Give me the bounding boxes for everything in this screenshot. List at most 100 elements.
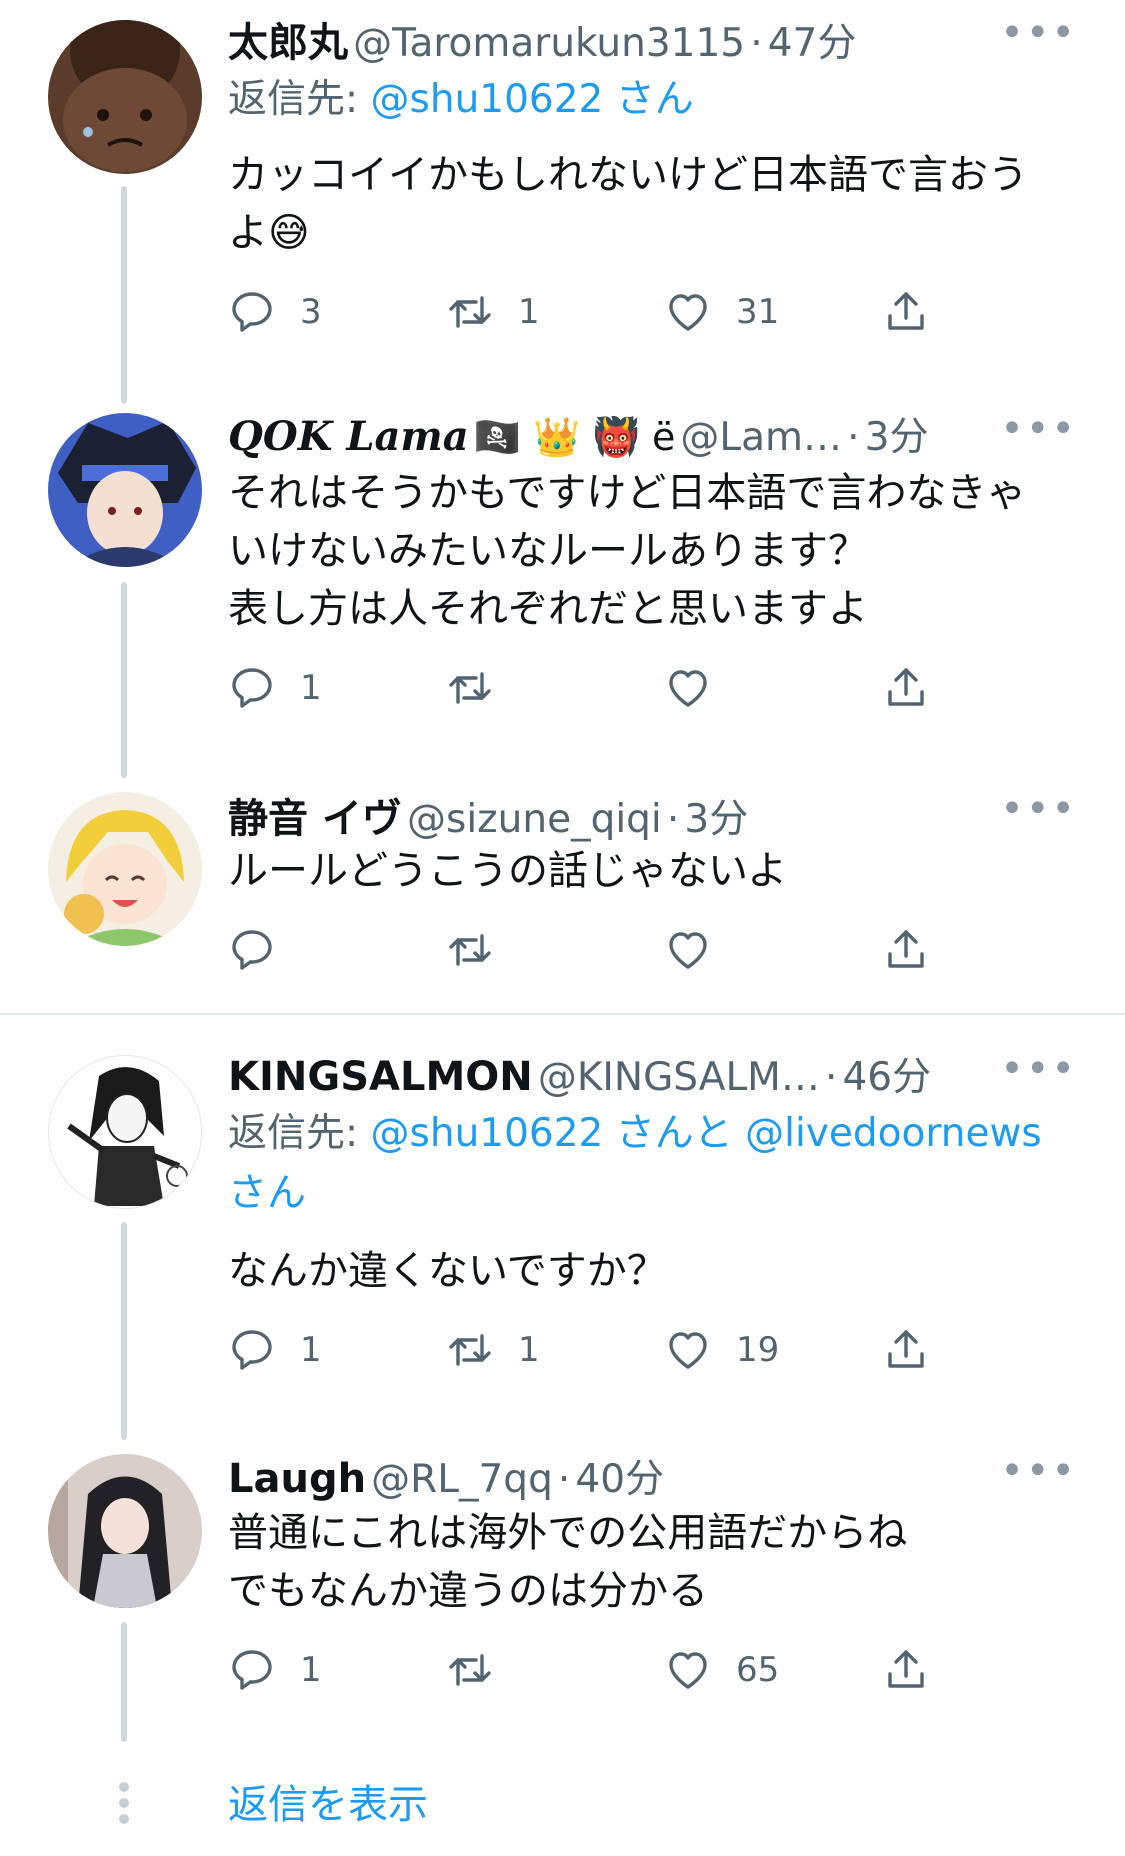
more-options-icon[interactable]: ••• (1000, 406, 1077, 452)
avatar[interactable] (48, 20, 202, 174)
like-button[interactable]: 19 (664, 1322, 779, 1378)
action-bar: 1 1 19 (228, 1322, 948, 1378)
avatar[interactable] (48, 792, 202, 946)
action-bar: 1 (228, 660, 948, 716)
reply-button[interactable] (228, 922, 300, 978)
tweet-header: KINGSALMON @KINGSALM… · 46分 ••• (228, 1046, 1125, 1106)
share-button[interactable] (882, 284, 954, 340)
more-replies-dots-icon (117, 1776, 131, 1830)
retweet-button[interactable] (446, 660, 518, 716)
like-button[interactable]: 65 (664, 1642, 779, 1698)
timestamp[interactable]: 47分 (768, 21, 857, 66)
reply-to-mention[interactable]: @livedoornews (745, 1111, 1042, 1156)
heart-icon (664, 664, 712, 712)
reply-to-prefix: 返信先: (228, 1111, 371, 1156)
retweet-arrows-icon (446, 288, 494, 336)
reply-button[interactable]: 1 (228, 1322, 322, 1378)
avatar[interactable] (48, 1454, 202, 1608)
tweet-text: カッコイイかもしれないけど日本語で言おう よ😅 (228, 146, 1085, 262)
timestamp[interactable]: 46分 (842, 1055, 931, 1100)
avatar[interactable] (48, 413, 202, 567)
thread-line (121, 186, 127, 404)
timestamp[interactable]: 3分 (684, 797, 748, 842)
tweet-header: QOK Lama 🏴‍☠️ 👑 👹 ë @Lam… · 3分 ••• (228, 406, 1125, 466)
user-handle[interactable]: @sizune_qiqi (407, 797, 662, 842)
like-button[interactable]: 31 (664, 284, 779, 340)
reply-to-prefix: 返信先: (228, 77, 371, 122)
retweet-count: 1 (518, 292, 540, 332)
more-options-icon[interactable]: ••• (1000, 1046, 1077, 1092)
share-button[interactable] (882, 660, 954, 716)
more-options-icon[interactable]: ••• (1000, 786, 1077, 832)
like-button[interactable] (664, 660, 736, 716)
heart-icon (664, 1646, 712, 1694)
tweet-header: 静音 イヴ @sizune_qiqi · 3分 ••• (228, 786, 1125, 846)
thread-line (121, 1622, 127, 1742)
avatar[interactable] (48, 1055, 202, 1209)
reply-button[interactable]: 1 (228, 660, 322, 716)
user-handle[interactable]: @Taromarukun3115 (353, 21, 745, 66)
reply-button[interactable]: 3 (228, 284, 322, 340)
separator-dot: · (666, 797, 680, 842)
reply-to-mention[interactable]: @shu10622 さんと (371, 1111, 733, 1156)
timestamp[interactable]: 40分 (575, 1457, 664, 1502)
name-emojis: 🏴‍☠️ 👑 👹 ë (473, 415, 676, 459)
speech-bubble-icon (228, 288, 276, 336)
text-line: 普通にこれは海外での公用語だからね (228, 1510, 908, 1556)
more-options-icon[interactable]: ••• (1000, 1448, 1077, 1494)
user-handle[interactable]: @Lam… (680, 415, 842, 460)
tweet-text: ルールどうこうの話じゃないよ (228, 842, 1085, 900)
heart-icon (664, 288, 712, 336)
retweet-arrows-icon (446, 1326, 494, 1374)
reply-count: 1 (300, 1650, 322, 1690)
text-line: それはそうかもですけど日本語で言わなきゃ (228, 470, 1027, 516)
reply-to-line: 返信先: @shu10622 さん (228, 70, 694, 130)
display-name[interactable]: KINGSALMON (228, 1054, 533, 1100)
share-upload-icon (882, 926, 930, 974)
user-handle[interactable]: @RL_7qq (371, 1457, 553, 1502)
retweet-button[interactable]: 1 (446, 1322, 540, 1378)
share-upload-icon (882, 1646, 930, 1694)
retweet-arrows-icon (446, 664, 494, 712)
like-count: 65 (736, 1650, 780, 1690)
text-line: でもなんか違うのは分かる (228, 1568, 708, 1614)
retweet-button[interactable] (446, 1642, 518, 1698)
retweet-arrows-icon (446, 926, 494, 974)
show-replies-link[interactable]: 返信を表示 (228, 1772, 428, 1830)
text-line: なんか違くないですか？ (228, 1248, 667, 1294)
retweet-button[interactable]: 1 (446, 284, 540, 340)
share-button[interactable] (882, 1642, 954, 1698)
display-name[interactable]: Laugh (228, 1456, 366, 1502)
reply-count: 3 (300, 292, 322, 332)
retweet-arrows-icon (446, 1646, 494, 1694)
display-name[interactable]: QOK Lama (228, 413, 469, 460)
text-line: よ (228, 210, 268, 256)
display-name[interactable]: 太郎丸 (228, 20, 348, 66)
more-options-icon[interactable]: ••• (1000, 10, 1077, 56)
retweet-count: 1 (518, 1330, 540, 1370)
tweet-header: Laugh @RL_7qq · 40分 ••• (228, 1448, 1125, 1508)
reply-button[interactable]: 1 (228, 1642, 322, 1698)
like-count: 19 (736, 1330, 780, 1370)
action-bar (228, 922, 948, 978)
action-bar: 1 65 (228, 1642, 948, 1698)
share-button[interactable] (882, 1322, 954, 1378)
heart-icon (664, 1326, 712, 1374)
tweet-header: 太郎丸 @Taromarukun3115 · 47分 ••• (228, 10, 1125, 70)
timestamp[interactable]: 3分 (865, 415, 929, 460)
text-line: ルールどうこうの話じゃないよ (228, 848, 788, 894)
reply-to-mention-suffix[interactable]: さん (228, 1171, 306, 1216)
tweet-text: それはそうかもですけど日本語で言わなきゃ いけないみたいなルールあります？ 表し… (228, 464, 1085, 638)
like-button[interactable] (664, 922, 736, 978)
share-button[interactable] (882, 922, 954, 978)
tweet-text: 普通にこれは海外での公用語だからね でもなんか違うのは分かる (228, 1504, 1085, 1620)
retweet-button[interactable] (446, 922, 518, 978)
tweet-text: なんか違くないですか？ (228, 1242, 1085, 1300)
display-name[interactable]: 静音 イヴ (228, 796, 402, 842)
reply-to-line: 返信先: @shu10622 さんと @livedoornews さん (228, 1104, 1105, 1224)
separator-dot: · (847, 415, 860, 460)
user-handle[interactable]: @KINGSALM… (538, 1055, 820, 1100)
speech-bubble-icon (228, 926, 276, 974)
text-line: カッコイイかもしれないけど日本語で言おう (228, 152, 1028, 198)
reply-to-mention[interactable]: @shu10622 さん (371, 77, 694, 122)
